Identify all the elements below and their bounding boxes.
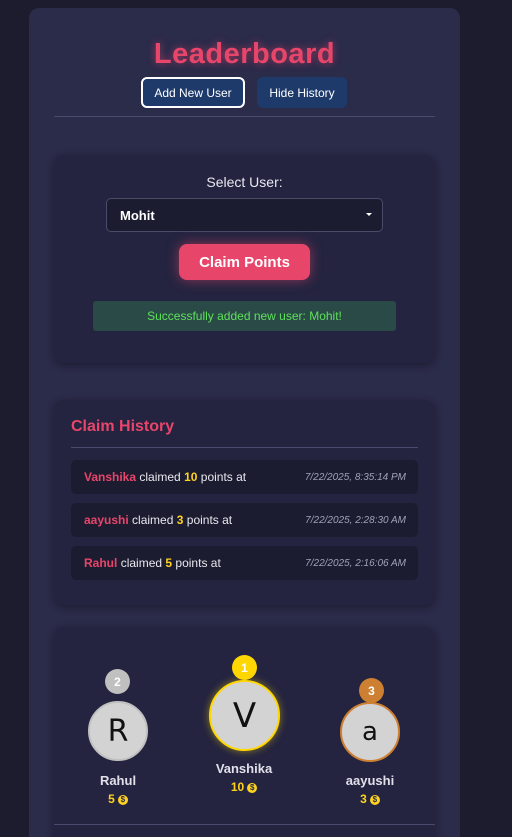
- claim-card: Select User: Mohit Claim Points Successf…: [54, 155, 435, 363]
- history-user-name: Rahul: [84, 556, 118, 570]
- history-divider: [71, 447, 418, 448]
- avatar-aayushi: a: [340, 702, 400, 762]
- podium-name-3: aayushi: [345, 773, 395, 788]
- success-message: Successfully added new user: Mohit!: [93, 301, 396, 331]
- coin-icon: $: [247, 782, 258, 793]
- podium-score-1: 10 $: [184, 780, 304, 794]
- history-item: Vanshika claimed 10 points at 7/22/2025,…: [71, 460, 418, 494]
- coin-icon: $: [117, 794, 128, 805]
- coin-icon: $: [369, 794, 380, 805]
- history-points: 3: [176, 513, 184, 527]
- rank-badge-3: 3: [359, 678, 384, 703]
- podium-score-2: 5 $: [58, 792, 178, 806]
- history-timestamp: 7/22/2025, 2:16:06 AM: [305, 557, 406, 569]
- history-user-name: aayushi: [84, 513, 129, 527]
- history-suffix: points at: [186, 513, 233, 527]
- history-suffix: points at: [200, 470, 247, 484]
- history-points: 5: [165, 556, 173, 570]
- podium-card: 2 R Rahul 5 $ 1 V Vanshika 10 $ 3 a aayush…: [54, 627, 435, 837]
- history-timestamp: 7/22/2025, 8:35:14 PM: [304, 471, 406, 483]
- podium-divider: [54, 824, 435, 825]
- header-divider: [54, 116, 435, 117]
- podium-score-value: 3: [360, 792, 367, 806]
- rank-badge-2: 2: [105, 669, 130, 694]
- selected-user-value: Mohit: [120, 207, 155, 223]
- rank-badge-1: 1: [232, 655, 257, 680]
- history-timestamp: 7/22/2025, 2:28:30 AM: [305, 514, 406, 526]
- history-suffix: points at: [175, 556, 221, 570]
- page-title: Leaderboard: [153, 38, 336, 70]
- history-verb: claimed: [132, 513, 174, 527]
- chevron-down-icon: [366, 213, 372, 216]
- podium-name-1: Vanshika: [215, 761, 273, 776]
- history-points: 10: [184, 470, 198, 484]
- history-verb: claimed: [139, 470, 181, 484]
- avatar-vanshika: V: [209, 680, 280, 751]
- user-select[interactable]: Mohit: [106, 198, 383, 232]
- history-item: aayushi claimed 3 points at 7/22/2025, 2…: [71, 503, 418, 537]
- claim-history-card: Claim History Vanshika claimed 10 points…: [54, 400, 435, 605]
- add-new-user-button[interactable]: Add New User: [141, 77, 245, 108]
- podium-score-value: 10: [230, 780, 245, 794]
- avatar-rahul: R: [88, 701, 148, 761]
- select-user-label: Select User:: [206, 174, 283, 190]
- podium-name-2: Rahul: [99, 773, 137, 788]
- podium-score-3: 3 $: [310, 792, 430, 806]
- claim-history-title: Claim History: [71, 418, 175, 435]
- claim-points-button[interactable]: Claim Points: [179, 244, 310, 280]
- leaderboard-panel: Leaderboard Add New User Hide History Se…: [29, 8, 460, 837]
- history-user-name: Vanshika: [84, 470, 137, 484]
- hide-history-button[interactable]: Hide History: [257, 77, 347, 108]
- history-item: Rahul claimed 5 points at 7/22/2025, 2:1…: [71, 546, 418, 580]
- podium-score-value: 5: [108, 792, 115, 806]
- history-verb: claimed: [120, 556, 163, 570]
